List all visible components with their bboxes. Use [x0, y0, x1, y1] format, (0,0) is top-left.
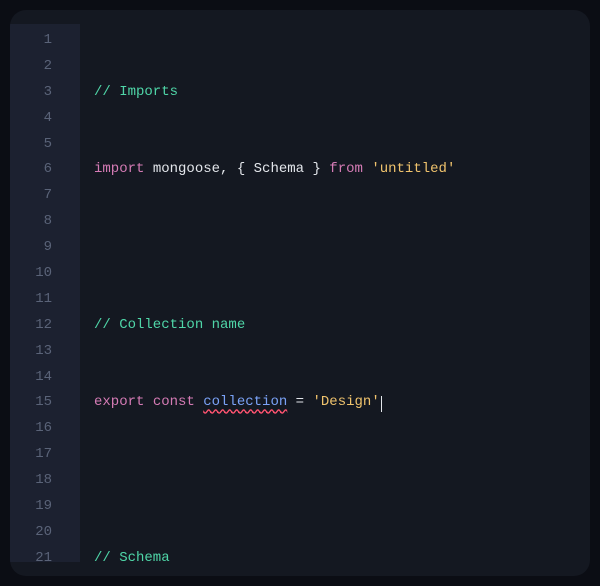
string-quote: ' [371, 394, 379, 410]
line-number: 6 [10, 157, 80, 183]
comment: // Schema [94, 550, 170, 562]
code-line: // Imports [94, 80, 580, 106]
comment: // Imports [94, 84, 178, 100]
line-number: 3 [10, 80, 80, 106]
line-number: 8 [10, 209, 80, 235]
line-number: 9 [10, 235, 80, 261]
code-content[interactable]: // Imports import mongoose, { Schema } f… [80, 24, 590, 562]
line-number: 21 [10, 546, 80, 572]
code-editor: 1 2 3 4 5 6 7 8 9 10 11 12 13 14 15 16 1… [10, 10, 590, 576]
string: Design [321, 394, 371, 410]
punctuation: = [287, 394, 312, 410]
keyword-from: from [329, 161, 363, 177]
line-number: 2 [10, 54, 80, 80]
line-number: 1 [10, 28, 80, 54]
line-number: 19 [10, 494, 80, 520]
line-number: 5 [10, 132, 80, 158]
identifier: mongoose [153, 161, 220, 177]
string-quote: ' [447, 161, 455, 177]
code-line: // Collection name [94, 313, 580, 339]
code-line: import mongoose, { Schema } from 'untitl… [94, 157, 580, 183]
line-number: 18 [10, 468, 80, 494]
punctuation: , { [220, 161, 254, 177]
line-number: 20 [10, 520, 80, 546]
code-line-empty [94, 468, 580, 494]
code-line-empty [94, 235, 580, 261]
line-number: 4 [10, 106, 80, 132]
line-number: 16 [10, 416, 80, 442]
comment: // Collection name [94, 317, 245, 333]
identifier-error: collection [203, 394, 287, 410]
line-number: 11 [10, 287, 80, 313]
identifier: Schema [254, 161, 304, 177]
string-quote: ' [312, 394, 320, 410]
text-cursor-icon [381, 396, 382, 412]
string: untitled [380, 161, 447, 177]
line-number: 15 [10, 390, 80, 416]
line-number: 7 [10, 183, 80, 209]
line-number: 10 [10, 261, 80, 287]
line-number-gutter: 1 2 3 4 5 6 7 8 9 10 11 12 13 14 15 16 1… [10, 24, 80, 562]
line-number: 17 [10, 442, 80, 468]
keyword-export: export [94, 394, 144, 410]
string-quote: ' [371, 161, 379, 177]
line-number: 13 [10, 339, 80, 365]
code-line: export const collection = 'Design' [94, 390, 580, 416]
code-line: // Schema [94, 546, 580, 562]
keyword-const: const [153, 394, 195, 410]
line-number: 14 [10, 365, 80, 391]
keyword-import: import [94, 161, 144, 177]
line-number: 12 [10, 313, 80, 339]
punctuation: } [304, 161, 329, 177]
